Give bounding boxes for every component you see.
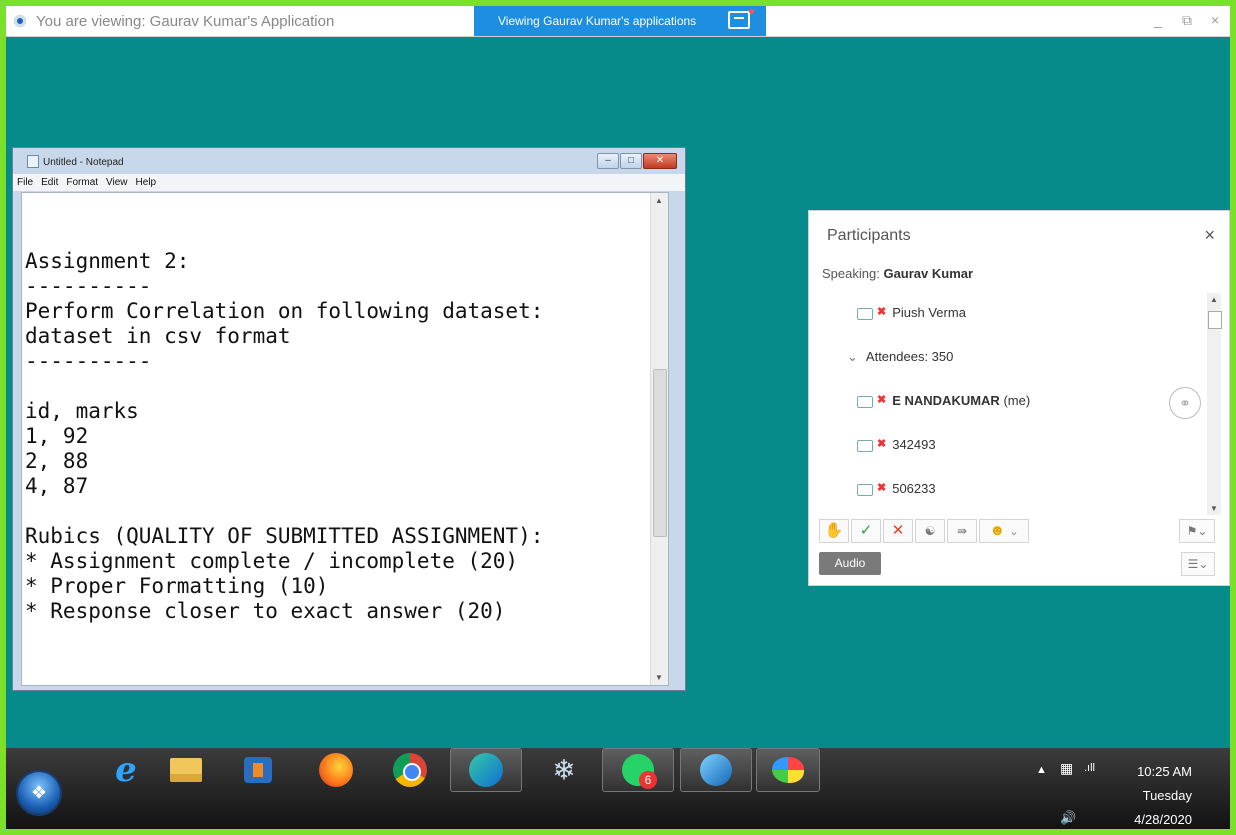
- clock-time[interactable]: 10:25 AM: [1137, 764, 1192, 779]
- chrome-icon[interactable]: [378, 748, 442, 792]
- raise-hand-button[interactable]: ✋: [819, 519, 849, 543]
- participants-list: ✖ Piush Verma ⌄ Attendees: 350 ✖ E NANDAKUM…: [809, 293, 1231, 513]
- paint-icon[interactable]: [756, 748, 820, 792]
- menu-edit[interactable]: Edit: [41, 174, 58, 191]
- remote-desktop-icon[interactable]: ❄: [532, 748, 596, 792]
- webex-meetings-icon[interactable]: [680, 748, 752, 792]
- participants-title: Participants: [827, 227, 911, 244]
- participant-row[interactable]: ✖ 506233: [857, 481, 936, 496]
- windows-taskbar: ❖ e ❄ 6 ▲ ▦ .ıll 🔊 10:25 AM Tuesday 4/28…: [6, 748, 1230, 829]
- audio-button[interactable]: Audio: [819, 552, 881, 575]
- scroll-up-arrow-icon[interactable]: ▲: [1210, 295, 1218, 304]
- notepad-window[interactable]: Untitled - Notepad – □ ✕ File Edit Format V…: [12, 147, 686, 691]
- menu-view[interactable]: View: [106, 174, 128, 191]
- scroll-down-arrow-icon[interactable]: ▼: [655, 673, 663, 682]
- menu-format[interactable]: Format: [66, 174, 98, 191]
- emoji-menu-button[interactable]: ☻ ⌄: [979, 519, 1029, 543]
- no-audio-icon: ✖: [877, 482, 887, 494]
- notepad-maximize-button[interactable]: □: [620, 153, 642, 169]
- screen-status-icon: [857, 395, 873, 408]
- participant-name: 342493: [892, 437, 936, 452]
- restore-button[interactable]: ⧉: [1182, 12, 1192, 29]
- no-audio-icon: ✖: [877, 394, 887, 406]
- scroll-up-arrow-icon[interactable]: ▲: [655, 196, 663, 205]
- no-audio-icon: ✖: [877, 438, 887, 450]
- participant-row[interactable]: ✖ Piush Verma: [857, 305, 966, 320]
- firefox-icon[interactable]: [304, 748, 368, 792]
- viewing-applications-label: Viewing Gaurav Kumar's applications: [498, 14, 697, 28]
- notepad-content[interactable]: Assignment 2: ---------- Perform Correla…: [25, 249, 543, 624]
- viewer-top-bar: You are viewing: Gaurav Kumar's Applicat…: [6, 6, 1230, 37]
- notepad-scroll-thumb[interactable]: [653, 369, 667, 537]
- notepad-minimize-button[interactable]: –: [597, 153, 619, 169]
- notepad-title-bar[interactable]: Untitled - Notepad – □ ✕: [13, 148, 685, 172]
- notepad-menu-bar: File Edit Format View Help: [13, 174, 685, 191]
- chevron-down-icon[interactable]: ⌄: [847, 349, 858, 364]
- participant-name: E NANDAKUMAR: [892, 393, 1000, 408]
- participant-row[interactable]: ✖ 342493: [857, 437, 936, 452]
- menu-help[interactable]: Help: [136, 174, 157, 191]
- internet-explorer-icon[interactable]: e: [94, 748, 158, 792]
- start-button-icon[interactable]: ❖: [16, 770, 62, 816]
- clock-date[interactable]: 4/28/2020: [1134, 812, 1192, 827]
- speaking-indicator: Speaking: Gaurav Kumar: [822, 266, 973, 281]
- participants-scrollbar[interactable]: ▲ ▼: [1207, 293, 1222, 515]
- whatsapp-badge: 6: [639, 771, 657, 789]
- clock-day[interactable]: Tuesday: [1143, 788, 1192, 803]
- scroll-down-arrow-icon[interactable]: ▼: [1210, 504, 1218, 513]
- participant-name: 506233: [892, 481, 936, 496]
- viewing-status-icon: [14, 15, 26, 27]
- screen-status-icon: [857, 307, 873, 320]
- screen-status-icon: [857, 439, 873, 452]
- close-button[interactable]: ×: [1211, 12, 1219, 28]
- attendees-group-row[interactable]: ⌄ Attendees: 350: [847, 349, 953, 365]
- network-icon[interactable]: ▦: [1060, 760, 1073, 777]
- participant-name: Piush Verma: [892, 305, 966, 320]
- participant-row[interactable]: ✖ E NANDAKUMAR (me): [857, 393, 1030, 408]
- speaking-label: Speaking:: [822, 266, 880, 281]
- media-player-icon[interactable]: [226, 748, 290, 792]
- participants-panel: Participants × Speaking: Gaurav Kumar ✖ P…: [808, 210, 1230, 586]
- screen-share-icon[interactable]: [728, 11, 750, 29]
- notepad-close-button[interactable]: ✕: [643, 153, 677, 169]
- notepad-vertical-scrollbar[interactable]: ▲ ▼: [650, 193, 668, 685]
- viewing-status-text: You are viewing: Gaurav Kumar's Applicat…: [36, 13, 335, 30]
- participants-scroll-thumb[interactable]: [1208, 311, 1222, 329]
- menu-file[interactable]: File: [17, 174, 33, 191]
- signal-strength-icon[interactable]: .ıll: [1084, 762, 1095, 774]
- agree-button[interactable]: ✓: [851, 519, 881, 543]
- volume-icon[interactable]: 🔊: [1060, 810, 1076, 826]
- screen-status-icon: [857, 483, 873, 496]
- announce-menu-button[interactable]: ⚑⌄: [1179, 519, 1215, 543]
- notepad-icon: [27, 155, 39, 168]
- viewing-applications-tab[interactable]: Viewing Gaurav Kumar's applications: [474, 6, 766, 36]
- notepad-title: Untitled - Notepad: [43, 157, 124, 168]
- speed-up-button[interactable]: ⇛: [947, 519, 977, 543]
- list-options-button[interactable]: ☰⌄: [1181, 552, 1215, 576]
- notepad-text-area[interactable]: Assignment 2: ---------- Perform Correla…: [21, 192, 669, 686]
- step-away-button[interactable]: ☯: [915, 519, 945, 543]
- minimize-button[interactable]: _: [1154, 12, 1162, 28]
- microphone-muted-icon[interactable]: ⚭: [1169, 387, 1201, 419]
- edge-icon[interactable]: [450, 748, 522, 792]
- whatsapp-icon[interactable]: 6: [602, 748, 674, 792]
- speaking-name: Gaurav Kumar: [883, 266, 974, 281]
- show-hidden-icons-arrow-icon[interactable]: ▲: [1036, 764, 1047, 776]
- participant-me-suffix: (me): [1003, 393, 1031, 408]
- screen-share-status-dot: [749, 9, 754, 14]
- participants-close-icon[interactable]: ×: [1204, 225, 1215, 246]
- file-explorer-icon[interactable]: [154, 748, 218, 792]
- disagree-button[interactable]: ✕: [883, 519, 913, 543]
- attendees-count: Attendees: 350: [865, 349, 954, 364]
- no-audio-icon: ✖: [877, 306, 887, 318]
